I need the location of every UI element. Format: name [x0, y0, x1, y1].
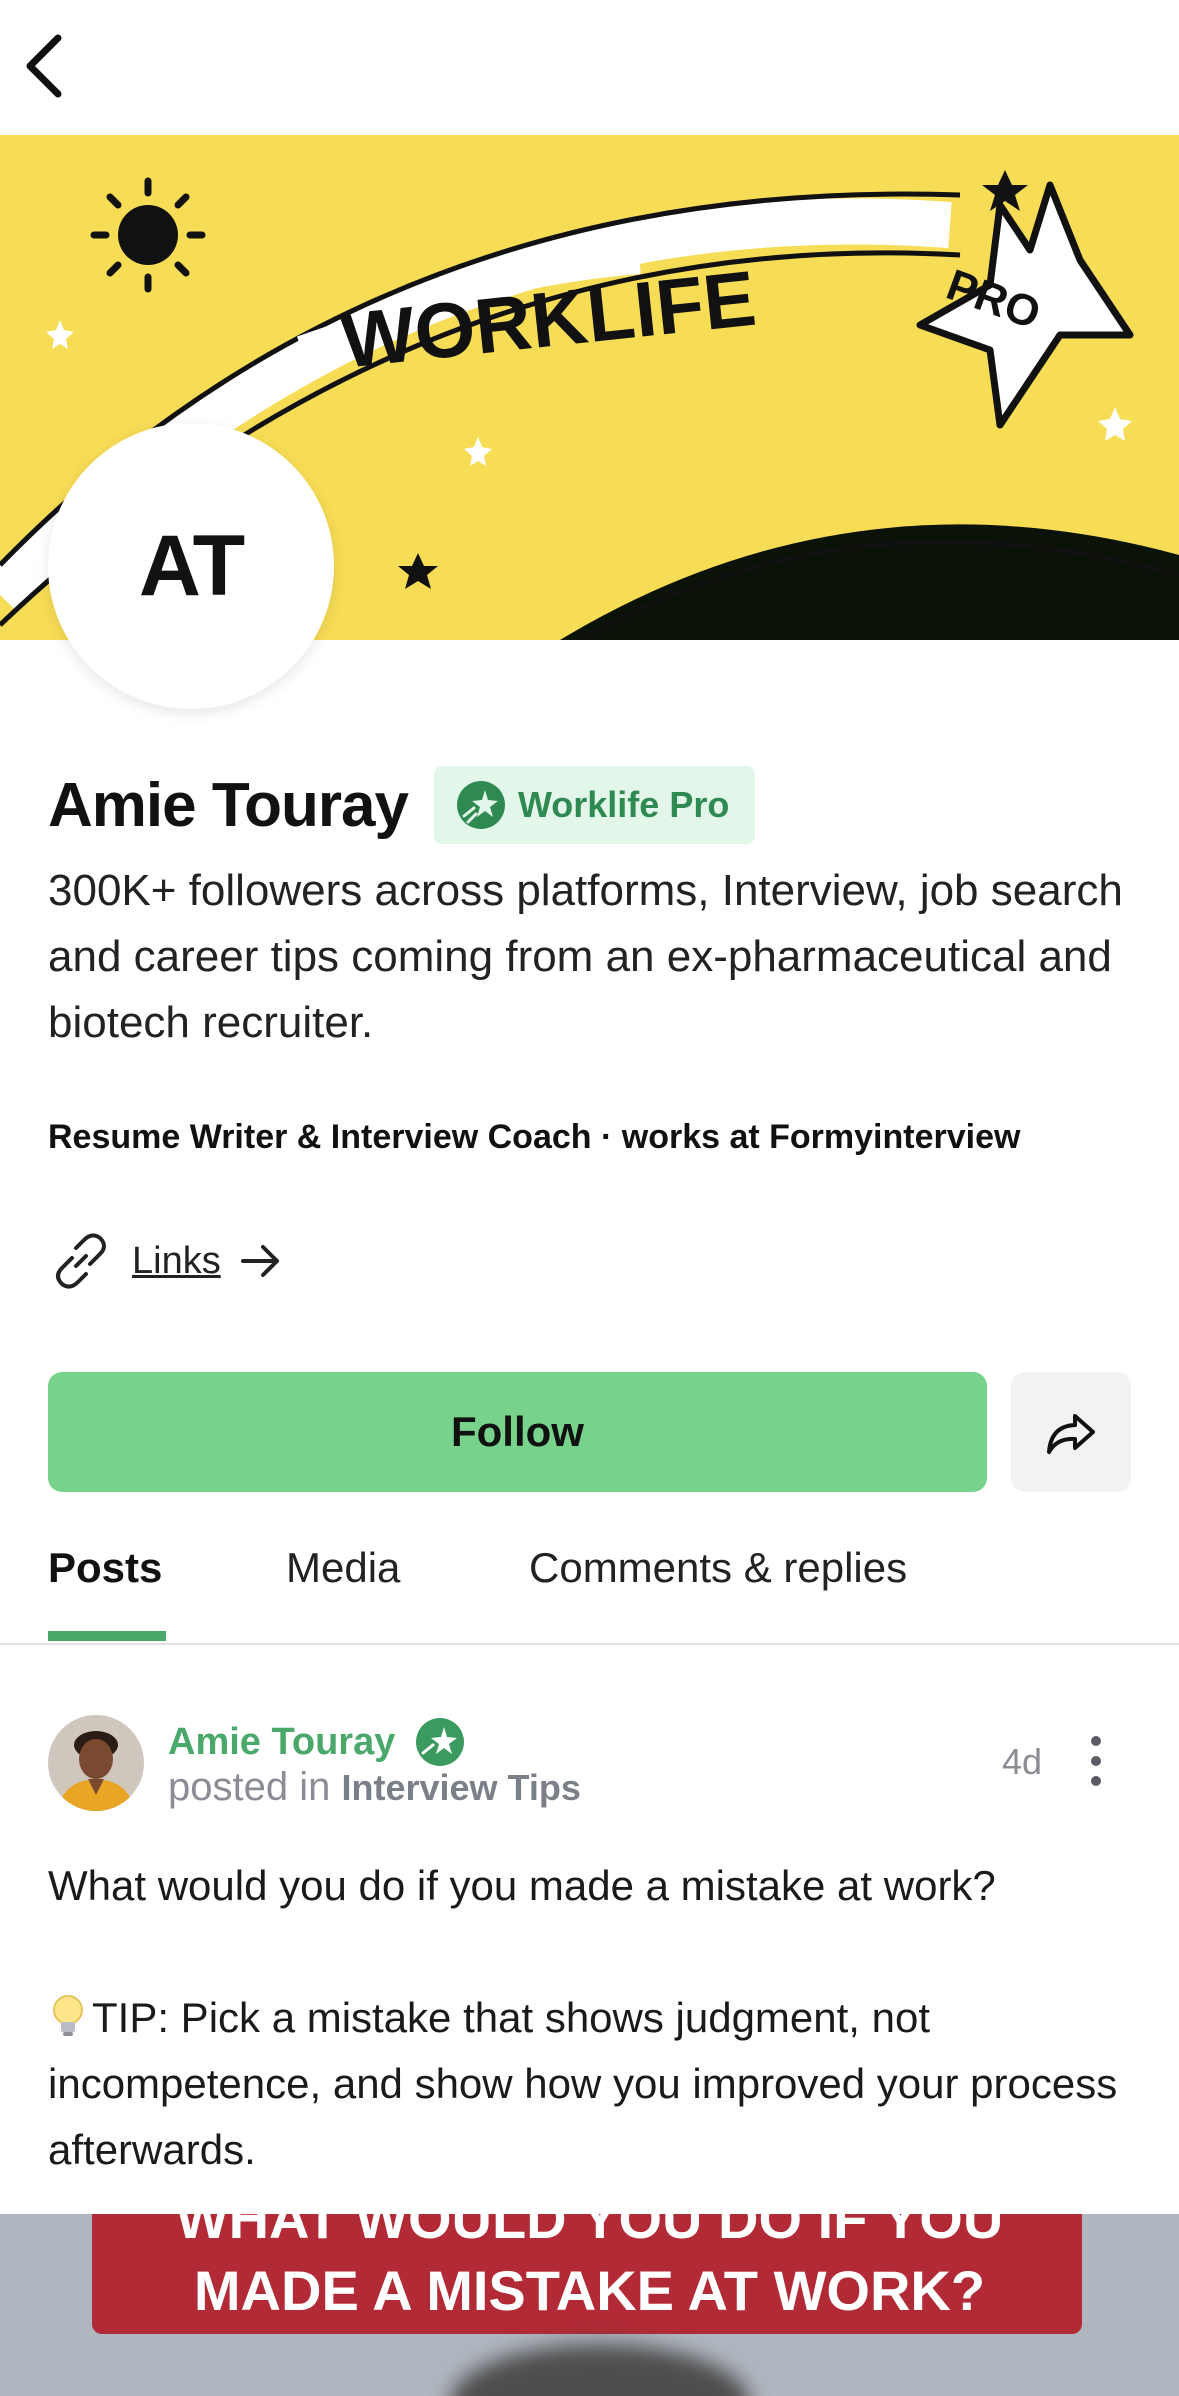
tab-media[interactable]: Media — [286, 1544, 400, 1592]
post-image[interactable]: WHAT WOULD YOU DO IF YOU MADE A MISTAKE … — [0, 2214, 1179, 2396]
profile-name-row: Amie Touray Worklife Pro — [48, 766, 756, 844]
links-label: Links — [132, 1239, 221, 1282]
profile-bio: 300K+ followers across platforms, Interv… — [48, 866, 1123, 1047]
arrow-right-icon — [240, 1245, 279, 1277]
lightbulb-icon — [53, 1995, 83, 2036]
badge-label: Worklife Pro — [517, 784, 730, 825]
worklife-pro-icon — [456, 781, 505, 829]
avatar-initials: AT — [138, 517, 245, 614]
link-icon — [56, 1233, 106, 1289]
profile-tabs: Posts Media Comments & replies — [0, 1500, 1179, 1645]
active-tab-indicator — [48, 1631, 166, 1641]
post-author-name[interactable]: Amie Touray — [168, 1721, 395, 1764]
chevron-left-icon[interactable] — [18, 30, 72, 102]
profile-avatar[interactable]: AT — [48, 423, 334, 709]
links-button[interactable]: Links — [48, 1228, 283, 1294]
post-body: What would you do if you made a mistake … — [48, 1853, 1138, 2183]
post-question: What would you do if you made a mistake … — [48, 1862, 996, 1909]
image-caption-line2: MADE A MISTAKE AT WORK? — [193, 2259, 986, 2322]
post-author-row: Amie Touray — [168, 1717, 465, 1767]
image-caption-line1: WHAT WOULD YOU DO IF YOU — [175, 2214, 1004, 2250]
post-tip-text: TIP: Pick a mistake that shows judgment,… — [48, 1994, 1118, 2173]
profile-name: Amie Touray — [48, 770, 409, 840]
follow-button[interactable]: Follow — [48, 1372, 987, 1492]
worklife-pro-badge[interactable]: Worklife Pro — [433, 766, 756, 844]
posted-in-line: posted in Interview Tips — [168, 1765, 581, 1810]
post-tip: TIP: Pick a mistake that shows judgment,… — [48, 1985, 1138, 2183]
image-subject — [450, 2344, 750, 2396]
more-vertical-icon[interactable] — [1080, 1733, 1112, 1789]
posted-in-prefix: posted in — [168, 1765, 331, 1809]
share-icon — [1047, 1414, 1095, 1454]
post-timestamp: 4d — [1002, 1741, 1043, 1782]
top-bar — [0, 0, 1179, 135]
profile-role: Resume Writer & Interview Coach · works … — [48, 1118, 1021, 1156]
tab-posts[interactable]: Posts — [48, 1544, 162, 1592]
community-link[interactable]: Interview Tips — [341, 1767, 580, 1808]
tab-comments-replies[interactable]: Comments & replies — [529, 1544, 907, 1592]
worklife-pro-icon — [416, 1718, 465, 1766]
post-author-avatar[interactable] — [48, 1715, 144, 1811]
share-button[interactable] — [1011, 1372, 1131, 1492]
